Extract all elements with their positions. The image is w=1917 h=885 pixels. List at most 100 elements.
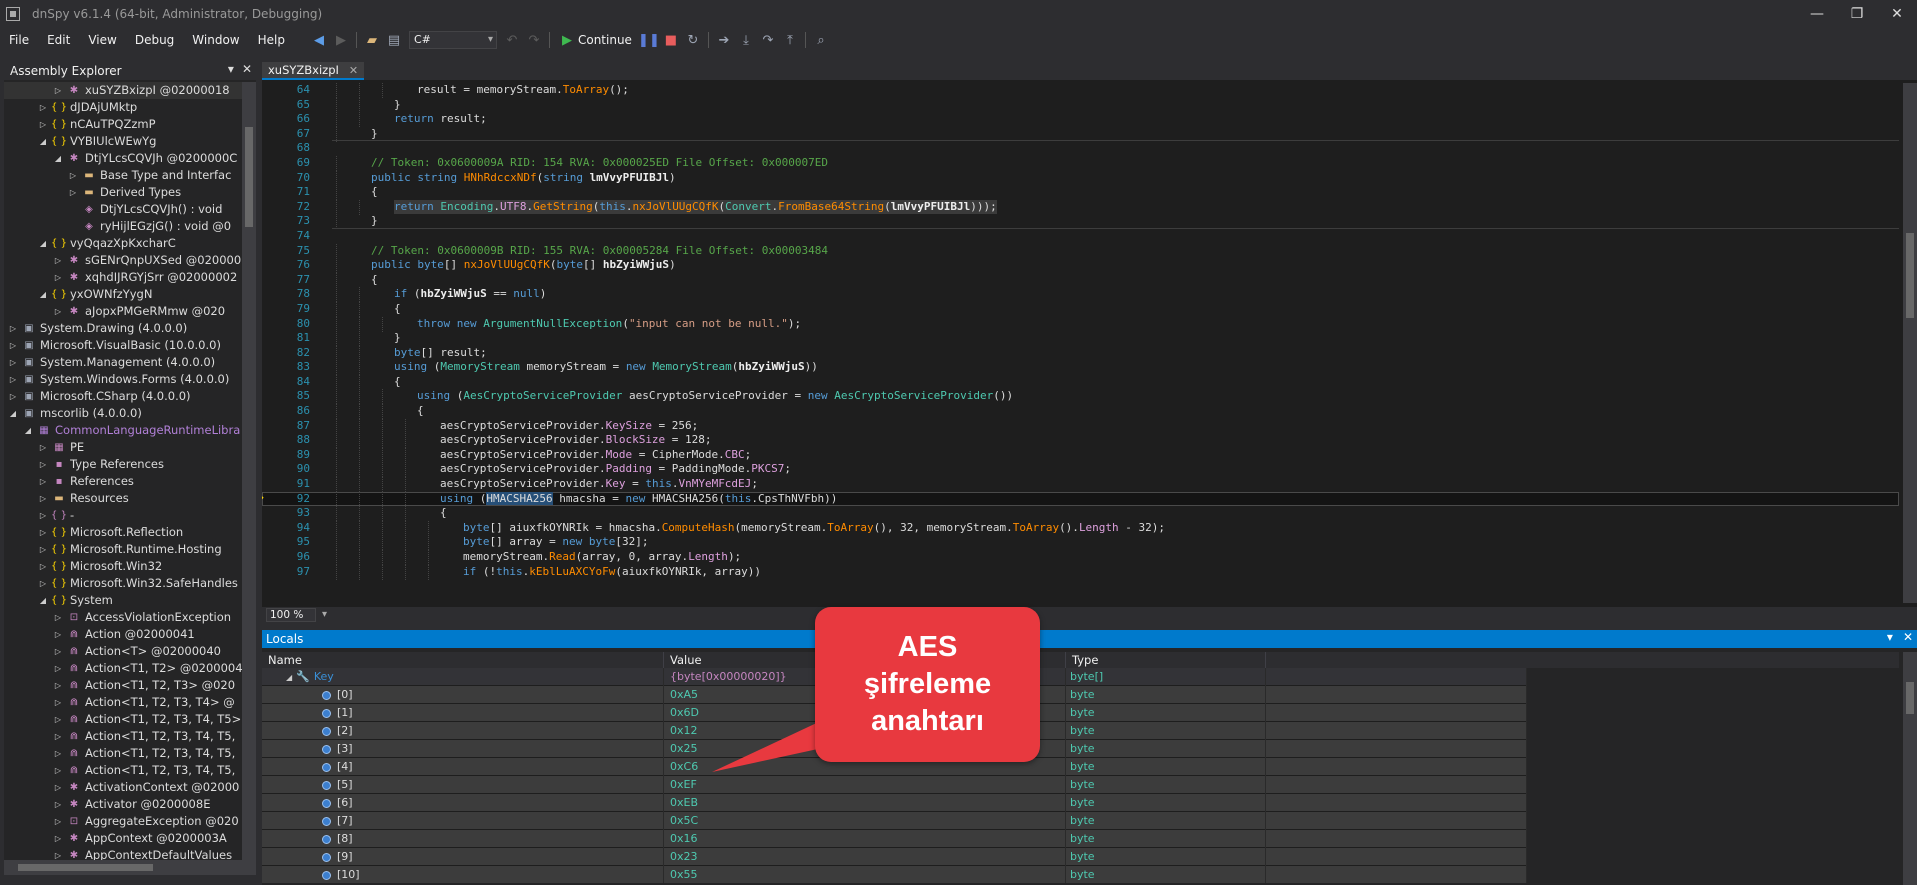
tree-item[interactable]: ▷ ▣ Microsoft.CSharp (4.0.0.0) <box>4 388 242 405</box>
tab-xusyzbxizpi[interactable]: xuSYZBxizpI ✕ <box>262 62 365 80</box>
current-statement-arrow-icon[interactable]: ➡ <box>262 492 264 507</box>
expander-icon[interactable]: ▷ <box>53 82 63 99</box>
tree-item[interactable]: ▷ ▬ Derived Types <box>4 184 242 201</box>
menu-view[interactable]: View <box>79 28 125 52</box>
expander-icon[interactable]: ▷ <box>38 439 48 456</box>
pause-icon[interactable]: ❚❚ <box>638 29 660 51</box>
navigate-forward-icon[interactable]: ▶ <box>330 29 352 51</box>
step-into-icon[interactable]: ⤓ <box>735 29 757 51</box>
expander-icon[interactable]: ◢ <box>38 235 48 252</box>
open-list-icon[interactable]: ▤ <box>383 29 405 51</box>
tree-item[interactable]: ◈ DtjYLcsCQVJh() : void <box>4 201 242 218</box>
column-name[interactable]: Name <box>262 652 664 668</box>
tree-item[interactable]: ▷ ▣ System.Windows.Forms (4.0.0.0) <box>4 371 242 388</box>
menu-edit[interactable]: Edit <box>38 28 79 52</box>
expander-icon[interactable]: ▷ <box>53 847 63 860</box>
step-over-icon[interactable]: ↷ <box>757 29 779 51</box>
tree-item[interactable]: ▷ ⋒ Action @02000041 <box>4 626 242 643</box>
locals-row[interactable]: [10] 0x55 byte <box>262 866 1527 883</box>
local-value[interactable]: 0x23 <box>664 848 1066 866</box>
locals-vertical-scrollbar[interactable] <box>1903 652 1917 885</box>
tree-item[interactable]: ▷{ } Microsoft.Win32 <box>4 558 242 575</box>
panel-close-icon[interactable]: ✕ <box>242 62 252 76</box>
tree-item[interactable]: ▷ ⋒ Action<T1, T2, T3, T4, T5, <box>4 745 242 762</box>
expander-icon[interactable]: ◢ <box>38 286 48 303</box>
close-window-button[interactable]: ✕ <box>1877 0 1917 28</box>
expander-icon[interactable]: ▷ <box>53 711 63 728</box>
tree-item[interactable]: ▷{ } - <box>4 507 242 524</box>
expander-icon[interactable]: ▷ <box>53 269 63 286</box>
minimize-button[interactable]: — <box>1797 0 1837 28</box>
assembly-tree-horizontal-scrollbar[interactable] <box>4 860 256 875</box>
expander-icon[interactable]: ▷ <box>53 779 63 796</box>
tree-item[interactable]: ▷ ▦ PE <box>4 439 242 456</box>
expander-icon[interactable]: ▷ <box>53 252 63 269</box>
expander-icon[interactable]: ▷ <box>68 167 78 184</box>
open-file-icon[interactable]: ▰ <box>361 29 383 51</box>
panel-close-icon[interactable]: ✕ <box>1903 630 1913 644</box>
expander-icon[interactable]: ▷ <box>38 507 48 524</box>
expander-icon[interactable]: ▷ <box>53 677 63 694</box>
expander-icon[interactable]: ▷ <box>53 796 63 813</box>
tree-item[interactable]: ◈ ryHijlEGzjG() : void @0 <box>4 218 242 235</box>
expander-icon[interactable]: ▷ <box>53 626 63 643</box>
column-type[interactable]: Type <box>1066 652 1266 668</box>
expander-icon[interactable]: ▷ <box>38 541 48 558</box>
menu-file[interactable]: File <box>0 28 38 52</box>
tree-item[interactable]: ▷ ▣ System.Management (4.0.0.0) <box>4 354 242 371</box>
locals-row[interactable]: [7] 0x5C byte <box>262 812 1527 830</box>
tree-item[interactable]: ◢ ✱ DtjYLcsCQVJh @0200000C <box>4 150 242 167</box>
restore-button[interactable]: ❐ <box>1837 0 1877 28</box>
restart-icon[interactable]: ↻ <box>682 29 704 51</box>
expander-icon[interactable]: ▷ <box>53 303 63 320</box>
expander-icon[interactable]: ▷ <box>38 116 48 133</box>
assembly-tree-vertical-scrollbar[interactable] <box>242 82 256 860</box>
expander-icon[interactable]: ▷ <box>53 762 63 779</box>
expander-icon[interactable]: ◢ <box>23 422 33 439</box>
tree-item[interactable]: ▷{ } nCAuTPQZzmP <box>4 116 242 133</box>
locals-row[interactable]: [6] 0xEB byte <box>262 794 1527 812</box>
tree-item[interactable]: ▷ ✱ AppContextDefaultValues <box>4 847 242 860</box>
tree-item[interactable]: ◢{ } vyQqazXpKxcharC <box>4 235 242 252</box>
scroll-thumb[interactable] <box>245 127 253 227</box>
editor-vertical-scrollbar[interactable] <box>1903 83 1917 603</box>
stop-icon[interactable]: ■ <box>660 29 682 51</box>
expander-icon[interactable]: ▷ <box>53 745 63 762</box>
tree-item[interactable]: ▷ ▪ References <box>4 473 242 490</box>
step-out-icon[interactable]: ⤒ <box>779 29 801 51</box>
collapse-icon[interactable]: ◢ <box>286 673 292 682</box>
tree-item[interactable]: ▷ ✱ Activator @0200008E <box>4 796 242 813</box>
tree-item[interactable]: ◢{ } VYBIUlcWEwYg <box>4 133 242 150</box>
tree-item[interactable]: ◢{ } yxOWNfzYygN <box>4 286 242 303</box>
expander-icon[interactable]: ▷ <box>53 830 63 847</box>
locals-row[interactable]: [9] 0x23 byte <box>262 848 1527 866</box>
language-select[interactable]: C# <box>408 31 497 49</box>
tree-item[interactable]: ▷{ } Microsoft.Win32.SafeHandles <box>4 575 242 592</box>
panel-menu-icon[interactable]: ▾ <box>228 62 234 76</box>
expander-icon[interactable]: ▷ <box>8 320 18 337</box>
locals-row[interactable]: [5] 0xEF byte <box>262 776 1527 794</box>
expander-icon[interactable]: ▷ <box>38 99 48 116</box>
tree-item[interactable]: ▷ ⊡ AggregateException @020 <box>4 813 242 830</box>
panel-menu-icon[interactable]: ▾ <box>1887 630 1893 644</box>
expander-icon[interactable]: ▷ <box>53 609 63 626</box>
zoom-select[interactable]: 100 % <box>266 608 327 622</box>
tree-item[interactable]: ▷ ⋒ Action<T1, T2, T3, T4, T5, <box>4 762 242 779</box>
locals-row[interactable]: [8] 0x16 byte <box>262 830 1527 848</box>
redo-icon[interactable]: ↷ <box>523 29 545 51</box>
navigate-back-icon[interactable]: ◀ <box>308 29 330 51</box>
tree-item[interactable]: ▷ ⋒ Action<T> @02000040 <box>4 643 242 660</box>
expander-icon[interactable]: ▷ <box>38 490 48 507</box>
expander-icon[interactable]: ◢ <box>8 405 18 422</box>
tree-item[interactable]: ▷ ✱ AppContext @0200003A <box>4 830 242 847</box>
menu-help[interactable]: Help <box>249 28 294 52</box>
tree-item[interactable]: ◢{ } System <box>4 592 242 609</box>
expander-icon[interactable]: ▷ <box>53 694 63 711</box>
expander-icon[interactable]: ▷ <box>53 728 63 745</box>
expander-icon[interactable]: ▷ <box>38 456 48 473</box>
scroll-thumb[interactable] <box>1906 233 1914 318</box>
expander-icon[interactable]: ◢ <box>38 133 48 150</box>
code-view[interactable]: 64 result = memoryStream.ToArray(); 65} 66 r… <box>262 83 1899 581</box>
undo-icon[interactable]: ↶ <box>501 29 523 51</box>
menu-window[interactable]: Window <box>183 28 248 52</box>
